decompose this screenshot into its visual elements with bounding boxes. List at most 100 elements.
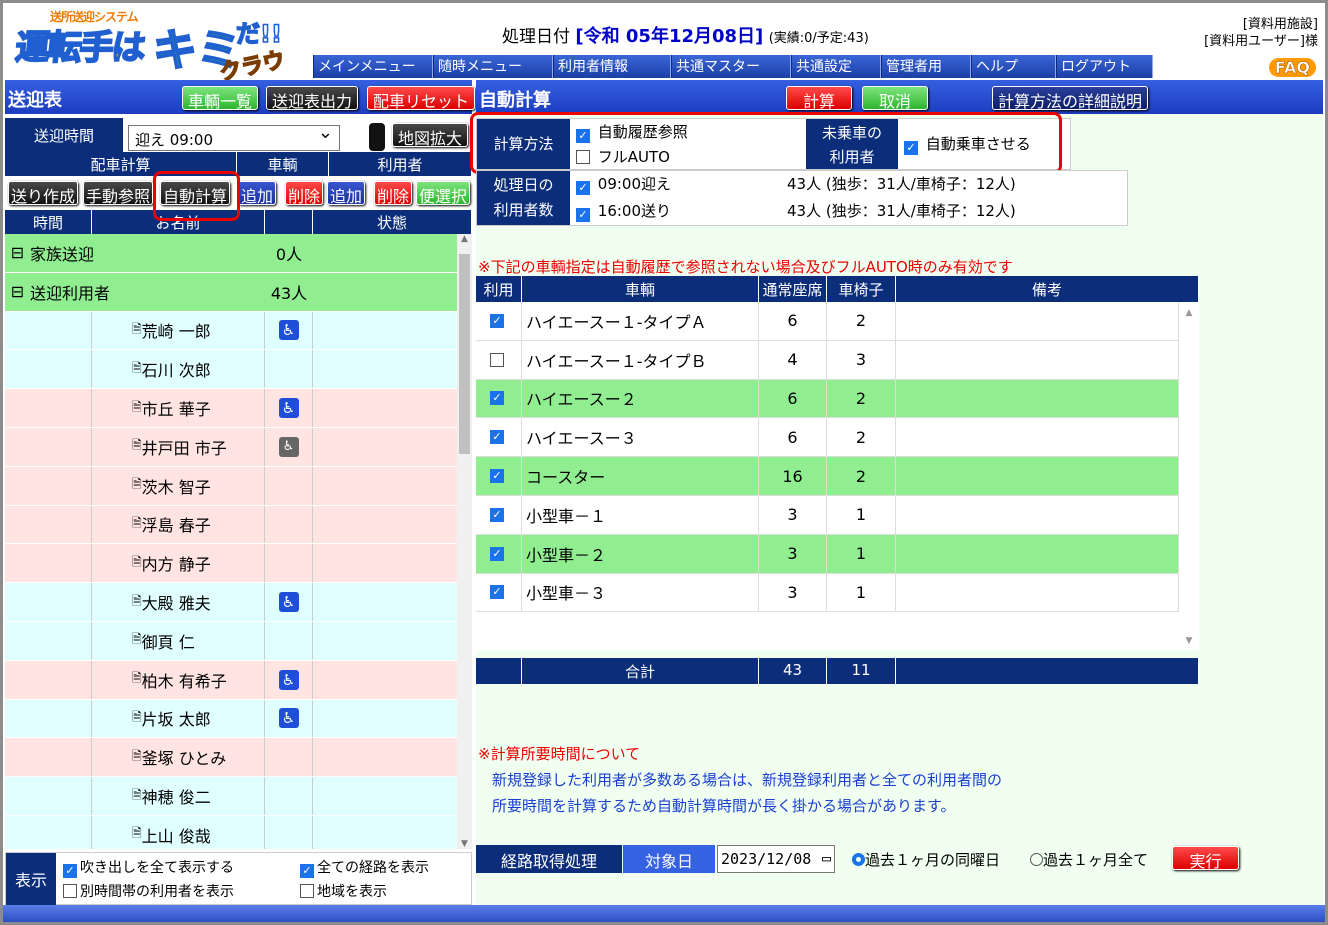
user-name: 神穂 俊二 xyxy=(141,788,211,808)
dispatch-reset-button[interactable]: 配車リセット xyxy=(367,86,476,111)
user-row[interactable]: 🗎 荒崎 一郎 ♿ xyxy=(5,311,457,351)
vehicle-row[interactable]: ✓ ハイエースー２ 6 2 xyxy=(476,379,1179,419)
user-name: 内方 静子 xyxy=(141,555,211,575)
vehicle-name: 小型車－１ xyxy=(522,495,759,534)
menu-item-users[interactable]: 利用者情報 xyxy=(553,55,671,78)
create-return-button[interactable]: 送り作成 xyxy=(8,181,79,206)
calc-button[interactable]: 計算 xyxy=(786,86,852,111)
th-wheelchair: 車椅子 xyxy=(827,276,896,302)
user-row[interactable]: 🗎 石川 次郎 xyxy=(5,350,457,390)
time-cell xyxy=(30,621,92,660)
vehicle-name: ハイエースー１-タイプＡ xyxy=(522,302,759,340)
menu-item-logout[interactable]: ログアウト xyxy=(1056,55,1153,78)
target-date-input[interactable]: 2023/12/08 ▭ xyxy=(717,845,835,873)
user-name: 片坂 太郎 xyxy=(141,710,211,730)
all-month-radio[interactable]: 過去１ヶ月全て xyxy=(1030,849,1148,870)
schedule-output-button[interactable]: 送迎表出力 xyxy=(266,86,359,111)
vehicle-add-button[interactable]: 追加 xyxy=(238,181,277,206)
radio-icon[interactable] xyxy=(1030,853,1043,866)
show-balloons-option[interactable]: ✓ 吹き出しを全て表示する xyxy=(63,857,234,878)
list-scrollbar[interactable]: ▲ ▼ xyxy=(457,234,472,849)
radio-icon[interactable] xyxy=(852,853,865,866)
document-icon: 🗎 xyxy=(132,826,142,841)
user-add-button[interactable]: 追加 xyxy=(327,181,366,206)
vehicle-scrollbar[interactable]: ▲ ▼ xyxy=(1179,302,1199,650)
checkbox-icon[interactable]: ✓ xyxy=(63,864,77,878)
scroll-up-icon[interactable]: ▲ xyxy=(457,234,472,244)
menu-item-help[interactable]: ヘルプ xyxy=(971,55,1056,78)
checkbox-icon[interactable]: ✓ xyxy=(490,469,504,484)
user-row[interactable]: 🗎 内方 静子 xyxy=(5,544,457,584)
user-row[interactable]: 🗎 市丘 華子 ♿ xyxy=(5,389,457,428)
cancel-button[interactable]: 取消 xyxy=(862,86,928,111)
checkbox-icon[interactable]: ✓ xyxy=(490,507,504,522)
checkbox-icon[interactable]: ✓ xyxy=(576,208,590,222)
group-row[interactable]: ⊟ 家族送迎 0人 xyxy=(5,234,457,273)
vehicle-total-row: 合計 43 11 xyxy=(476,658,1199,684)
user-delete-button[interactable]: 削除 xyxy=(374,181,413,206)
show-other-time-option[interactable]: 別時間帯の利用者を表示 xyxy=(63,881,234,901)
collapse-icon[interactable]: ⊟ xyxy=(5,243,30,262)
map-zoom-button[interactable]: 地図拡大 xyxy=(392,123,469,148)
auto-calc-header-bar: 自動計算 計算 取消 計算方法の詳細説明 xyxy=(476,80,1323,114)
document-icon: 🗎 xyxy=(132,438,142,453)
time-cell xyxy=(30,389,92,427)
checkbox-icon[interactable]: ✓ xyxy=(490,313,504,328)
checkbox-icon[interactable] xyxy=(490,352,504,367)
execute-button[interactable]: 実行 xyxy=(1172,846,1239,871)
vehicle-row[interactable]: ハイエースー１-タイプＢ 4 3 xyxy=(476,340,1179,380)
user-row[interactable]: 🗎 井戸田 市子 ♿ xyxy=(5,427,457,467)
toggle-switch[interactable] xyxy=(369,123,385,151)
scroll-up-icon[interactable]: ▲ xyxy=(1179,302,1199,318)
vehicle-delete-button[interactable]: 削除 xyxy=(285,181,324,206)
vehicle-row[interactable]: ✓ ハイエースー３ 6 2 xyxy=(476,418,1179,458)
vehicle-row[interactable]: ✓ 小型車－２ 3 1 xyxy=(476,534,1179,574)
group-name: 送迎利用者 xyxy=(30,283,111,303)
checkbox-icon[interactable]: ✓ xyxy=(576,181,590,195)
trip-select-button[interactable]: 便選択 xyxy=(416,181,471,206)
show-routes-option[interactable]: ✓ 全ての経路を表示 xyxy=(300,857,429,878)
scroll-down-icon[interactable]: ▼ xyxy=(1179,636,1199,646)
user-row[interactable]: 🗎 柏木 有希子 ♿ xyxy=(5,660,457,700)
vehicle-row[interactable]: ✓ 小型車－１ 3 1 xyxy=(476,495,1179,535)
collapse-icon[interactable]: ⊟ xyxy=(5,282,30,301)
user-row[interactable]: 🗎 大殿 雅夫 ♿ xyxy=(5,583,457,622)
user-row[interactable]: 🗎 釜塚 ひとみ xyxy=(5,738,457,778)
use-cell xyxy=(476,340,522,379)
menu-item-main[interactable]: メインメニュー xyxy=(313,55,433,78)
checkbox-icon[interactable]: ✓ xyxy=(300,864,314,878)
vehicle-row[interactable]: ✓ コースター 16 2 xyxy=(476,457,1179,496)
scroll-thumb[interactable] xyxy=(459,254,470,454)
same-weekday-radio[interactable]: 過去１ヶ月の同曜日 xyxy=(852,849,1000,870)
user-row[interactable]: 🗎 上山 俊哉 xyxy=(5,815,457,849)
checkbox-icon[interactable] xyxy=(300,884,314,898)
vehicle-list-button[interactable]: 車輌一覧 xyxy=(182,86,259,111)
scroll-down-icon[interactable]: ▼ xyxy=(457,839,472,849)
menu-item-adhoc[interactable]: 随時メニュー xyxy=(433,55,553,78)
use-cell: ✓ xyxy=(476,495,522,534)
vehicle-row[interactable]: ✓ 小型車－３ 3 1 xyxy=(476,573,1179,613)
checkbox-icon[interactable]: ✓ xyxy=(490,430,504,445)
checkbox-icon[interactable]: ✓ xyxy=(490,391,504,406)
menu-item-master[interactable]: 共通マスター xyxy=(671,55,791,78)
time-select[interactable]: 迎え 09:00 xyxy=(128,122,340,151)
user-row[interactable]: 🗎 茨木 智子 xyxy=(5,466,457,506)
menu-item-admin[interactable]: 管理者用 xyxy=(881,55,971,78)
user-row[interactable]: 🗎 浮島 春子 xyxy=(5,505,457,545)
checkbox-icon[interactable]: ✓ xyxy=(490,585,504,600)
vehicle-row[interactable]: ✓ ハイエースー１-タイプＡ 6 2 xyxy=(476,302,1179,341)
vehicle-wheelchair: 1 xyxy=(827,534,896,573)
group-row[interactable]: ⊟ 送迎利用者 43人 xyxy=(5,272,457,312)
checkbox-icon[interactable]: ✓ xyxy=(490,546,504,561)
calc-detail-button[interactable]: 計算方法の詳細説明 xyxy=(992,86,1149,111)
user-row[interactable]: 🗎 神穂 俊二 xyxy=(5,777,457,816)
user-row[interactable]: 🗎 御頁 仁 xyxy=(5,621,457,661)
user-row[interactable]: 🗎 片坂 太郎 ♿ xyxy=(5,699,457,739)
show-region-option[interactable]: 地域を表示 xyxy=(300,881,387,901)
faq-button[interactable]: FAQ xyxy=(1268,58,1316,77)
menu-item-settings[interactable]: 共通設定 xyxy=(791,55,881,78)
route-fetch-label: 経路取得処理 xyxy=(476,845,622,873)
manual-ref-button[interactable]: 手動参照 xyxy=(83,181,154,206)
calendar-icon[interactable]: ▭ xyxy=(822,849,831,867)
checkbox-icon[interactable] xyxy=(63,884,77,898)
